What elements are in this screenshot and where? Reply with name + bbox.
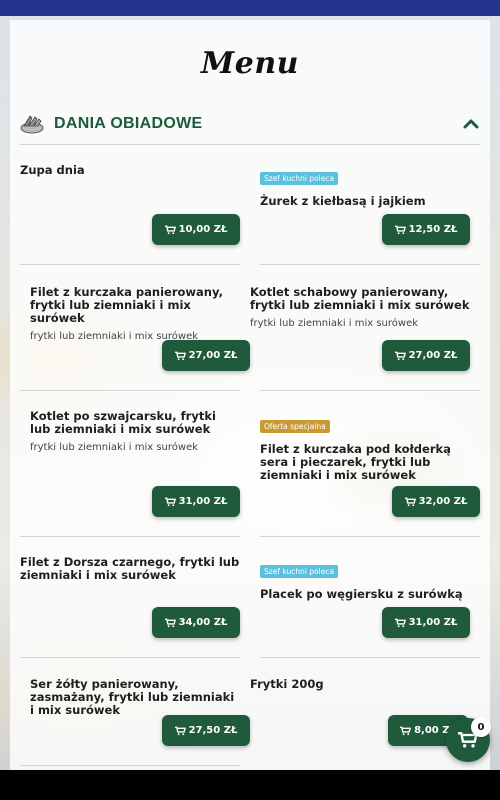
- badge-chef-recommends: Szef kuchni poleca: [260, 172, 339, 185]
- navigation-bar: [0, 770, 500, 800]
- item-price: 31,00 ZŁ: [178, 496, 228, 507]
- menu-item: Szef kuchni poleca Placek po węgiersku z…: [260, 559, 475, 601]
- cart-icon: [164, 225, 176, 234]
- badge-special-offer: Oferta specjalna: [260, 420, 330, 433]
- status-bar: [0, 0, 500, 16]
- divider: [260, 657, 480, 658]
- item-name: Filet z kurczaka panierowany, frytki lub…: [30, 285, 223, 325]
- add-to-cart-button[interactable]: 12,50 ZŁ: [382, 214, 470, 245]
- page-title: Menu: [201, 46, 299, 81]
- cart-icon: [164, 497, 176, 506]
- divider: [260, 264, 480, 265]
- cart-icon: [174, 351, 186, 360]
- item-price: 12,50 ZŁ: [408, 224, 458, 235]
- item-price: 10,00 ZŁ: [178, 224, 228, 235]
- cart-icon: [164, 618, 176, 627]
- cart-icon: [394, 618, 406, 627]
- divider: [260, 390, 480, 391]
- menu-panel: Menu DANIA OBIADOWE Zupa dnia 10,00 ZŁ S…: [10, 20, 490, 770]
- item-name: Zupa dnia: [20, 163, 85, 177]
- item-name: Placek po węgiersku z surówką: [260, 587, 463, 601]
- add-to-cart-button[interactable]: 34,00 ZŁ: [152, 607, 240, 638]
- item-price: 27,50 ZŁ: [188, 725, 238, 736]
- add-to-cart-button[interactable]: 27,00 ZŁ: [162, 340, 250, 371]
- cart-icon: [394, 351, 406, 360]
- item-price: 27,00 ZŁ: [188, 350, 238, 361]
- cart-icon: [400, 726, 412, 735]
- item-name: Kotlet schabowy panierowany, frytki lub …: [250, 285, 470, 312]
- item-description: frytki lub ziemniaki i mix surówek: [30, 442, 199, 453]
- menu-item: Filet z kurczaka panierowany, frytki lub…: [30, 285, 240, 343]
- divider: [20, 264, 240, 265]
- item-name: Frytki 200g: [250, 677, 324, 691]
- menu-item: Kotlet po szwajcarsku, frytki lub ziemni…: [30, 409, 240, 454]
- cart-count-badge: 0: [471, 717, 491, 737]
- cart-icon: [404, 497, 416, 506]
- item-name: Filet z Dorsza czarnego, frytki lub ziem…: [20, 555, 240, 582]
- add-to-cart-button[interactable]: 10,00 ZŁ: [152, 214, 240, 245]
- add-to-cart-button[interactable]: 31,00 ZŁ: [382, 607, 470, 638]
- divider: [260, 536, 480, 537]
- add-to-cart-button[interactable]: 32,00 ZŁ: [392, 486, 480, 517]
- menu-item: Oferta specjalna Filet z kurczaka pod ko…: [260, 414, 475, 482]
- item-description: frytki lub ziemniaki i mix surówek: [250, 318, 419, 329]
- badge-chef-recommends: Szef kuchni poleca: [260, 565, 339, 578]
- divider: [20, 765, 240, 766]
- menu-item: Ser żółty panierowany, zasmażany, frytki…: [30, 678, 240, 717]
- divider: [20, 390, 240, 391]
- chevron-up-icon[interactable]: [462, 115, 480, 133]
- menu-item: Kotlet schabowy panierowany, frytki lub …: [250, 285, 475, 330]
- divider: [20, 657, 240, 658]
- item-name: Żurek z kiełbasą i jajkiem: [260, 194, 426, 208]
- item-name: Kotlet po szwajcarsku, frytki lub ziemni…: [30, 409, 216, 436]
- item-price: 34,00 ZŁ: [178, 617, 228, 628]
- cart-icon: [174, 726, 186, 735]
- cart-icon: [394, 225, 406, 234]
- dish-icon: [20, 115, 44, 134]
- item-price: 31,00 ZŁ: [408, 617, 458, 628]
- menu-item: Zupa dnia: [20, 164, 240, 177]
- divider: [20, 144, 480, 145]
- item-price: 27,00 ZŁ: [408, 350, 458, 361]
- add-to-cart-button[interactable]: 31,00 ZŁ: [152, 486, 240, 517]
- item-name: Filet z kurczaka pod kołderką sera i pie…: [260, 442, 451, 482]
- add-to-cart-button[interactable]: 27,50 ZŁ: [162, 715, 250, 746]
- divider: [20, 536, 240, 537]
- menu-item: Frytki 200g: [250, 678, 450, 691]
- item-name: Ser żółty panierowany, zasmażany, frytki…: [30, 677, 235, 717]
- item-price: 32,00 ZŁ: [418, 496, 468, 507]
- menu-item: Filet z Dorsza czarnego, frytki lub ziem…: [20, 556, 240, 582]
- menu-item: Szef kuchni poleca Żurek z kiełbasą i ja…: [260, 166, 475, 208]
- section-title: DANIA OBIADOWE: [54, 115, 203, 132]
- section-header[interactable]: DANIA OBIADOWE: [20, 106, 480, 142]
- add-to-cart-button[interactable]: 27,00 ZŁ: [382, 340, 470, 371]
